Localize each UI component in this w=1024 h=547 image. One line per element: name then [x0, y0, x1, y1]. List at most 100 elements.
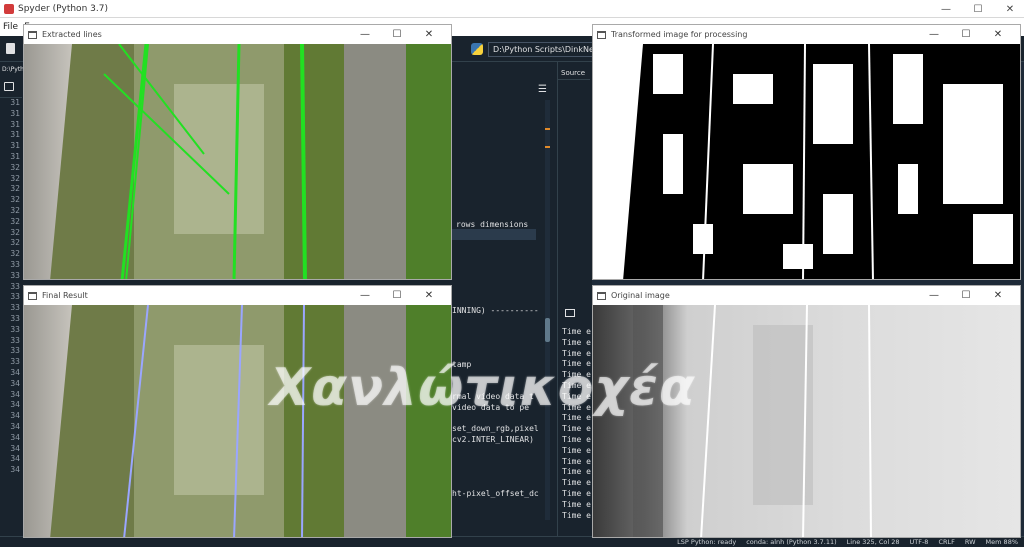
transformed-image: [593, 44, 1020, 279]
line-number: 34: [10, 454, 20, 464]
spyder-close-button[interactable]: ✕: [994, 0, 1024, 18]
line-number: 34: [10, 367, 20, 377]
close-button[interactable]: ✕: [413, 29, 445, 40]
final-result-image: [24, 305, 451, 537]
transformed-image-window[interactable]: Transformed image for processing — ☐ ✕: [592, 24, 1021, 280]
spyder-minimize-button[interactable]: —: [930, 0, 962, 18]
line-number: 34: [10, 421, 20, 431]
editor-tab-icon[interactable]: [4, 82, 14, 91]
console-line: Time e: [562, 445, 591, 455]
line-number: 31: [10, 151, 20, 161]
grass-band: [284, 305, 344, 537]
console-tab[interactable]: [559, 306, 591, 320]
console-line: Time e: [562, 348, 591, 358]
line-number: 32: [10, 173, 20, 183]
window-icon: [28, 30, 37, 39]
explorer-path: D:\Pyth: [2, 66, 24, 73]
new-file-icon[interactable]: [6, 43, 15, 54]
line-number: 31: [10, 98, 20, 107]
grass-band: [284, 44, 344, 279]
maximize-button[interactable]: ☐: [381, 290, 413, 301]
code-line[interactable]: set_down_rgb,pixel: [452, 424, 539, 433]
maximize-button[interactable]: ☐: [950, 29, 982, 40]
original-image: [593, 305, 1020, 537]
console-line: Time e: [562, 489, 591, 498]
maximize-button[interactable]: ☐: [381, 29, 413, 40]
desktop: Spyder (Python 3.7) — ☐ ✕ File E D:\Pyth…: [0, 0, 1024, 547]
console-line: Time e: [562, 327, 591, 336]
code-line[interactable]: ht-pixel_offset_dc: [452, 489, 539, 498]
line-number: 34: [10, 443, 20, 453]
original-image-window[interactable]: Original image — ☐ ✕: [592, 285, 1021, 538]
console-line: Time e: [562, 478, 591, 488]
original-image-canvas: [593, 305, 1020, 537]
code-line[interactable]: rows dimensions: [456, 220, 528, 229]
close-button[interactable]: ✕: [413, 290, 445, 301]
console-line: Time e: [562, 381, 591, 390]
soil-strip: [344, 305, 406, 537]
code-line[interactable]: tamp: [452, 360, 471, 369]
close-button[interactable]: ✕: [982, 290, 1014, 301]
line-number: 32: [10, 205, 20, 215]
status-cursor: Line 325, Col 28: [846, 538, 900, 546]
line-number: 33: [10, 324, 20, 334]
extracted-lines-window[interactable]: Extracted lines — ☐ ✕: [23, 24, 452, 280]
scrollbar-warning-mark: [545, 128, 550, 130]
console-line: Time e: [562, 402, 591, 412]
maximize-button[interactable]: ☐: [950, 290, 982, 301]
line-number: 33: [10, 292, 20, 302]
status-eol: CRLF: [938, 538, 955, 546]
line-number: 33: [10, 335, 20, 345]
line-number: 33: [10, 281, 20, 291]
final-result-title: Final Result: [42, 291, 88, 300]
line-number: 34: [10, 411, 20, 421]
editor-scrollbar-thumb[interactable]: [545, 318, 550, 342]
grass-edge: [406, 44, 451, 279]
window-controls: — ☐ ✕: [349, 25, 445, 44]
window-controls: — ☐ ✕: [918, 286, 1014, 305]
status-encoding: UTF-8: [909, 538, 929, 546]
spyder-title-bar: Spyder (Python 3.7): [0, 0, 1024, 18]
editor-options-menu-icon[interactable]: ☰: [538, 84, 547, 95]
minimize-button[interactable]: —: [918, 29, 950, 40]
line-number: 34: [10, 389, 20, 399]
minimize-button[interactable]: —: [349, 290, 381, 301]
console-line: Time e: [562, 456, 591, 466]
line-number: 33: [10, 270, 20, 280]
final-result-canvas: [24, 305, 451, 537]
window-controls: — ☐ ✕: [918, 25, 1014, 44]
close-button[interactable]: ✕: [982, 29, 1014, 40]
python-path-icon[interactable]: [471, 43, 483, 55]
window-icon: [597, 291, 606, 300]
code-line[interactable]: INNING) ----------: [452, 306, 539, 315]
code-line[interactable]: cv2.INTER_LINEAR): [452, 435, 534, 444]
minimize-button[interactable]: —: [349, 29, 381, 40]
working-directory-input[interactable]: D:\Python Scripts\DinkNet: [488, 42, 593, 57]
spyder-maximize-button[interactable]: ☐: [962, 0, 994, 18]
console-line: Time e: [562, 424, 591, 434]
transformed-image-canvas: [593, 44, 1020, 279]
editor-scrollbar[interactable]: [545, 100, 550, 520]
original-image-title: Original image: [611, 291, 670, 300]
code-line[interactable]: video data to pe: [452, 403, 529, 412]
minimize-button[interactable]: —: [918, 290, 950, 301]
menu-file[interactable]: File: [0, 22, 21, 32]
final-result-window[interactable]: Final Result — ☐ ✕: [23, 285, 452, 538]
line-number: 32: [10, 249, 20, 259]
console-line: Time e: [562, 337, 591, 347]
code-line[interactable]: rmal video data t: [452, 392, 534, 401]
extracted-lines-title: Extracted lines: [42, 30, 102, 39]
line-number: 31: [10, 130, 20, 140]
line-number: 34: [10, 378, 20, 388]
current-line-highlight: [452, 229, 536, 240]
console-line: Time e: [562, 467, 591, 477]
grass-edge: [406, 305, 451, 537]
thermal-dark-band: [633, 305, 663, 537]
status-permissions: RW: [964, 538, 976, 546]
line-number: 31: [10, 119, 20, 129]
line-number: 32: [10, 238, 20, 248]
status-conda: conda: alnh (Python 3.7.11): [746, 538, 837, 546]
window-controls: — ☐ ✕: [349, 286, 445, 305]
source-tab[interactable]: Source: [558, 66, 590, 80]
line-number: 33: [10, 357, 20, 367]
